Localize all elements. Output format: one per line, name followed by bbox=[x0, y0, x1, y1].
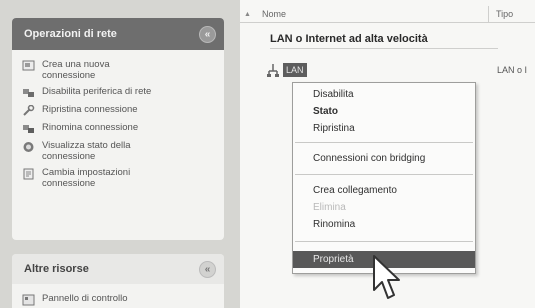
task-label: Ripristina connessione bbox=[42, 104, 138, 115]
column-name[interactable]: Nome bbox=[262, 9, 286, 19]
lan-connection-item[interactable]: LAN bbox=[266, 63, 307, 77]
context-menu: Disabilita Stato Ripristina Connessioni … bbox=[292, 82, 476, 274]
task-repair[interactable]: Ripristina connessione bbox=[22, 104, 216, 117]
network-tasks-panel: Operazioni di rete « Crea una nuova conn… bbox=[12, 18, 224, 240]
task-control-panel[interactable]: Pannello di controllo bbox=[22, 293, 216, 306]
menu-item-create-shortcut[interactable]: Crea collegamento bbox=[293, 182, 475, 199]
collapse-chevron-icon[interactable]: « bbox=[199, 25, 216, 43]
mouse-pointer-icon bbox=[373, 255, 400, 299]
connection-name[interactable]: LAN bbox=[283, 63, 307, 77]
group-header: LAN o Internet ad alta velocità bbox=[270, 33, 428, 45]
settings-icon bbox=[23, 168, 34, 180]
task-disable-device[interactable]: Disabilita periferica di rete bbox=[22, 86, 216, 99]
other-places-panel: Altre risorse « Pannello di controllo bbox=[12, 254, 224, 308]
task-label: Pannello di controllo bbox=[42, 293, 128, 304]
rename-icon bbox=[23, 125, 34, 133]
menu-separator bbox=[295, 241, 473, 242]
column-header: ▲ Nome Tipo bbox=[240, 6, 535, 23]
control-panel-icon bbox=[22, 294, 35, 306]
repair-icon bbox=[23, 105, 35, 116]
task-label: Rinomina connessione bbox=[42, 122, 139, 133]
menu-separator bbox=[295, 174, 473, 175]
status-icon bbox=[23, 142, 34, 152]
menu-separator bbox=[295, 142, 473, 143]
task-new-connection[interactable]: Crea una nuova connessione bbox=[22, 59, 216, 81]
task-rename[interactable]: Rinomina connessione bbox=[22, 122, 216, 135]
group-divider bbox=[270, 48, 498, 49]
collapse-chevron-icon[interactable]: « bbox=[199, 260, 216, 278]
menu-item-disable[interactable]: Disabilita bbox=[293, 86, 475, 103]
task-change-settings[interactable]: Cambia impostazioni connessione bbox=[22, 167, 216, 189]
task-pane: Operazioni di rete « Crea una nuova conn… bbox=[0, 0, 240, 308]
menu-item-repair[interactable]: Ripristina bbox=[293, 120, 475, 137]
other-places-title: Altre risorse bbox=[24, 263, 89, 275]
menu-item-delete[interactable]: Elimina bbox=[293, 199, 475, 216]
menu-item-bridge-connections[interactable]: Connessioni con bridging bbox=[293, 150, 475, 167]
network-tasks-header[interactable]: Operazioni di rete « bbox=[12, 18, 224, 50]
column-divider[interactable] bbox=[488, 6, 489, 23]
menu-item-rename[interactable]: Rinomina bbox=[293, 216, 475, 233]
column-type[interactable]: Tipo bbox=[496, 9, 513, 19]
new-connection-icon bbox=[22, 60, 35, 71]
task-view-status[interactable]: Visualizza stato della connessione bbox=[22, 140, 216, 162]
task-label: Disabilita periferica di rete bbox=[42, 86, 152, 97]
task-label: Crea una nuova connessione bbox=[42, 59, 110, 81]
network-connection-icon bbox=[267, 64, 279, 77]
disable-device-icon bbox=[23, 89, 34, 97]
network-tasks-title: Operazioni di rete bbox=[24, 28, 117, 40]
task-label: Visualizza stato della connessione bbox=[42, 140, 131, 162]
sort-arrow-icon: ▲ bbox=[244, 11, 251, 18]
task-label: Cambia impostazioni connessione bbox=[42, 167, 131, 189]
menu-item-status[interactable]: Stato bbox=[293, 103, 475, 120]
connection-type: LAN o I bbox=[497, 65, 528, 75]
other-places-header[interactable]: Altre risorse « bbox=[12, 254, 224, 284]
